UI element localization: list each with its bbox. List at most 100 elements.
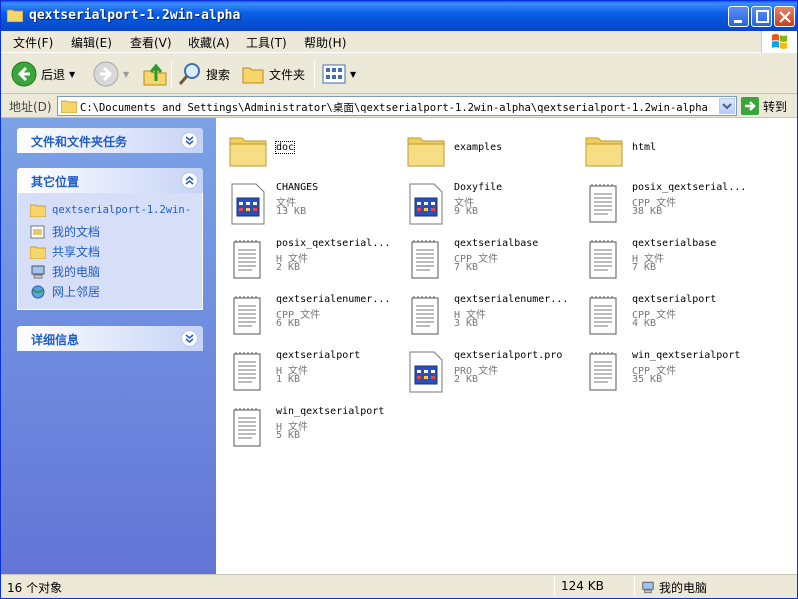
close-button[interactable]	[774, 6, 795, 27]
views-button[interactable]: ▼	[322, 60, 356, 88]
file-name: qextserialport.pro	[454, 350, 563, 361]
place-label: 我的电脑	[52, 265, 101, 279]
status-location: 我的电脑	[641, 579, 707, 596]
file-name: doc	[274, 141, 296, 154]
folders-label: 文件夹	[269, 67, 306, 82]
folder-icon	[229, 137, 267, 167]
file-name: posix_qextserial...	[276, 238, 391, 249]
menu-edit[interactable]: 编辑(E)	[71, 34, 112, 51]
network-places-icon	[31, 285, 45, 298]
panel-other-places-header[interactable]: 其它位置	[17, 168, 203, 193]
file-item[interactable]: qextserialport H 文件 1 KB	[220, 346, 398, 398]
file-item[interactable]: Doxyfile 文件 9 KB	[398, 178, 576, 230]
title-bar[interactable]: qextserialport-1.2win-alpha	[1, 1, 797, 31]
collapse-chevron-icon[interactable]	[181, 172, 198, 189]
address-input[interactable]: C:\Documents and Settings\Administrator\…	[57, 96, 737, 116]
forward-button[interactable]: ▼	[93, 60, 129, 88]
file-list: doc examples html CHANGES 文件 13 KB Doxyfile 文件 9…	[216, 118, 797, 574]
text-file-icon	[411, 296, 439, 335]
menu-file[interactable]: 文件(F)	[13, 34, 53, 51]
search-icon	[178, 63, 200, 85]
folder-icon	[61, 100, 77, 113]
file-name: qextserialbase	[454, 238, 539, 249]
folder-icon	[407, 137, 445, 167]
address-dropdown-button[interactable]	[719, 98, 735, 114]
file-size: 4 KB	[632, 318, 657, 329]
panel-details-header[interactable]: 详细信息	[17, 326, 203, 351]
chevron-down-icon[interactable]: ▼	[69, 70, 75, 79]
expand-chevron-icon[interactable]	[181, 132, 198, 149]
panel-file-tasks-header[interactable]: 文件和文件夹任务	[17, 128, 203, 153]
file-item[interactable]: qextserialport.pro PRO 文件 2 KB	[398, 346, 576, 398]
up-folder-button[interactable]	[142, 60, 168, 88]
file-item[interactable]: posix_qextserial... H 文件 2 KB	[220, 234, 398, 286]
text-file-icon	[233, 296, 261, 335]
text-file-icon	[589, 352, 617, 391]
file-item[interactable]: qextserialenumer... H 文件 3 KB	[398, 290, 576, 342]
folder-icon	[30, 204, 46, 217]
file-item[interactable]: posix_qextserial... CPP 文件 38 KB	[576, 178, 754, 230]
expand-chevron-icon[interactable]	[181, 330, 198, 347]
minimize-icon	[734, 20, 742, 23]
file-item[interactable]: qextserialport CPP 文件 4 KB	[576, 290, 754, 342]
file-size: 7 KB	[632, 262, 657, 273]
menu-help[interactable]: 帮助(H)	[304, 34, 346, 51]
file-name: html	[632, 142, 657, 153]
file-size: 3 KB	[454, 318, 479, 329]
forward-arrow-icon	[93, 61, 119, 87]
menu-tools[interactable]: 工具(T)	[246, 34, 287, 51]
address-label: 地址(D)	[9, 100, 52, 114]
folder-icon	[585, 137, 623, 167]
search-button[interactable]: 搜索	[178, 60, 230, 88]
text-file-icon	[589, 296, 617, 335]
file-size: 2 KB	[276, 262, 301, 273]
panel-title: 其它位置	[31, 175, 80, 189]
menu-favorites[interactable]: 收藏(A)	[188, 34, 230, 51]
place-shared-documents[interactable]: 共享文档	[30, 243, 100, 260]
file-item[interactable]: qextserialenumer... CPP 文件 6 KB	[220, 290, 398, 342]
file-name: qextserialenumer...	[454, 294, 569, 305]
back-label: 后退	[41, 67, 66, 82]
file-size: 38 KB	[632, 206, 663, 217]
folder-item[interactable]: doc	[220, 124, 398, 176]
my-computer-icon	[642, 581, 654, 594]
minimize-button[interactable]	[728, 6, 749, 27]
file-name: qextserialport	[276, 350, 361, 361]
windows-logo-icon	[761, 31, 797, 53]
place-parent-folder[interactable]: qextserialport-1.2win-	[30, 203, 191, 217]
place-label: qextserialport-1.2win-	[52, 204, 192, 216]
place-network-places[interactable]: 网上邻居	[30, 283, 100, 300]
file-item[interactable]: CHANGES 文件 13 KB	[220, 178, 398, 230]
file-size: 2 KB	[454, 374, 479, 385]
file-item[interactable]: qextserialbase CPP 文件 7 KB	[398, 234, 576, 286]
panel-title: 文件和文件夹任务	[31, 135, 128, 149]
file-name: qextserialport	[632, 294, 717, 305]
folder-item[interactable]: html	[576, 124, 754, 176]
file-name: posix_qextserial...	[632, 182, 747, 193]
status-bar: 16 个对象 124 KB 我的电脑	[1, 574, 797, 598]
file-item[interactable]: qextserialbase H 文件 7 KB	[576, 234, 754, 286]
file-size: 1 KB	[276, 374, 301, 385]
go-arrow-icon	[741, 97, 759, 115]
folders-button[interactable]: 文件夹	[241, 60, 305, 88]
file-item[interactable]: win_qextserialport CPP 文件 35 KB	[576, 346, 754, 398]
place-my-computer[interactable]: 我的电脑	[30, 263, 100, 280]
maximize-button[interactable]	[751, 6, 772, 27]
back-arrow-icon	[11, 61, 37, 87]
window-title: qextserialport-1.2win-alpha	[29, 8, 241, 23]
file-name: qextserialbase	[632, 238, 717, 249]
place-label: 网上邻居	[52, 285, 101, 299]
menu-view[interactable]: 查看(V)	[130, 34, 172, 51]
place-my-documents[interactable]: 我的文档	[30, 223, 100, 240]
chevron-down-icon[interactable]: ▼	[123, 70, 129, 79]
text-file-icon	[589, 240, 617, 279]
chevron-down-icon	[722, 103, 732, 110]
chevron-down-icon[interactable]: ▼	[350, 70, 356, 79]
folder-item[interactable]: examples	[398, 124, 576, 176]
go-button[interactable]: 转到	[741, 97, 787, 115]
text-file-icon	[411, 240, 439, 279]
file-item[interactable]: win_qextserialport H 文件 5 KB	[220, 402, 398, 454]
back-button[interactable]: 后退 ▼	[11, 60, 75, 88]
panel-title: 详细信息	[31, 333, 80, 347]
place-label: 我的文档	[52, 225, 101, 239]
